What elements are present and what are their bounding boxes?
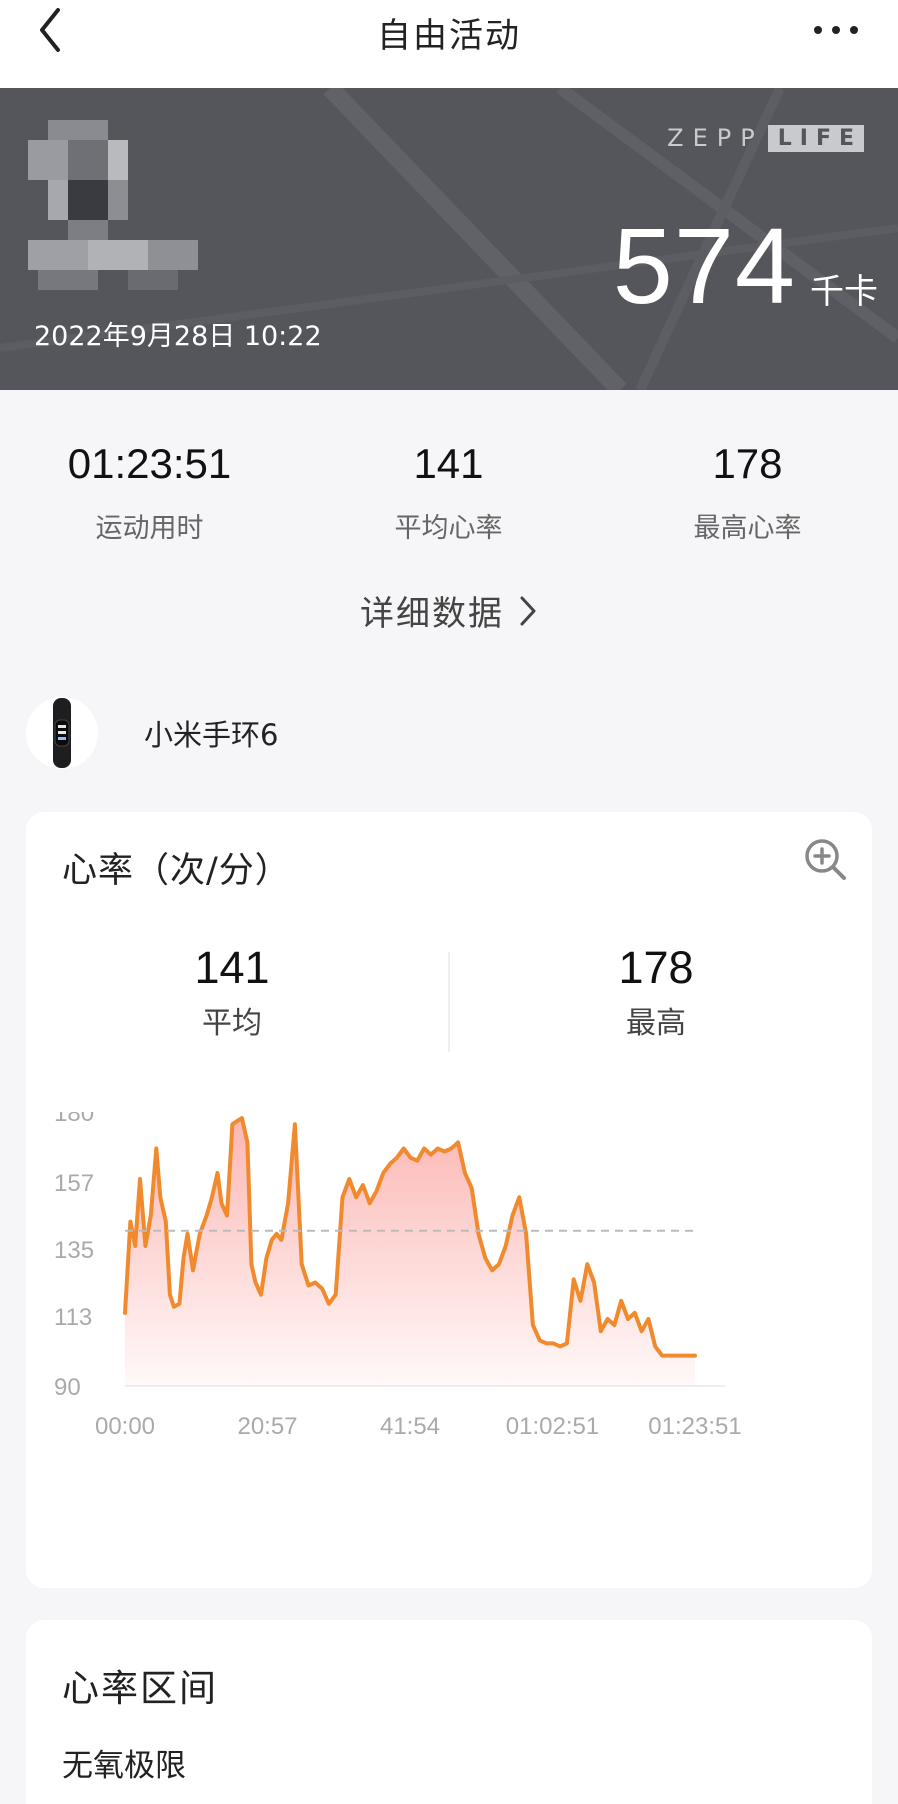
zoom-in-button[interactable] (802, 836, 850, 884)
y-tick-label-1: 157 (54, 1170, 94, 1197)
stat-label: 平均心率 (394, 513, 503, 544)
detailed-data-link[interactable]: 详细数据 (0, 586, 898, 637)
fitness-band-icon (26, 697, 98, 769)
heart-rate-chart: 180 157 135 113 90 00:00 20:57 41:54 01:02:51 01:… (54, 1112, 742, 1440)
divider (448, 952, 450, 1052)
device-row[interactable]: 小米手环6 (26, 696, 278, 770)
brand-text-life: LIFE (767, 124, 864, 152)
brand-text-zepp: ZEPP (667, 124, 764, 152)
avatar[interactable] (28, 120, 208, 290)
y-tick-label-3: 113 (54, 1304, 92, 1331)
y-tick-label-0: 180 (54, 1112, 94, 1127)
calories-display: 574 千卡 (613, 203, 878, 328)
device-name: 小米手环6 (144, 718, 279, 752)
stat-value: 01:23:51 (67, 440, 232, 487)
zone-label: 无氧极限 (62, 1748, 186, 1784)
stat-duration: 01:23:51 运动用时 (0, 440, 299, 545)
hr-avg-label: 平均 (202, 1006, 262, 1041)
hr-max: 178 最高 (506, 942, 806, 1042)
y-tick-label-4: 90 (54, 1374, 81, 1401)
stat-avg-heart-rate: 141 平均心率 (299, 440, 598, 545)
hr-max-label: 最高 (626, 1006, 686, 1041)
stat-label: 最高心率 (693, 513, 802, 544)
heart-rate-summary: 141 平均 178 最高 (26, 942, 872, 1052)
zoom-in-icon (805, 839, 846, 880)
heart-rate-zones-card: 心率区间 无氧极限 (26, 1620, 872, 1804)
more-button[interactable] (808, 12, 864, 48)
heart-rate-card: 心率（次/分） 141 平均 178 最高 180 157 135 113 90 00:0… (26, 812, 872, 1588)
top-nav-bar: 自由活动 (0, 0, 898, 88)
zepp-life-logo: ZEPP LIFE (667, 124, 864, 152)
stat-value: 178 (712, 440, 783, 487)
zones-title: 心率区间 (62, 1667, 218, 1710)
chevron-right-icon (518, 594, 538, 637)
summary-stats: 01:23:51 运动用时 141 平均心率 178 最高心率 (0, 440, 898, 545)
page-title: 自由活动 (377, 16, 521, 56)
activity-hero-banner: 2022年9月28日 10:22 ZEPP LIFE 574 千卡 (0, 88, 898, 390)
blurred-avatar-image (28, 120, 198, 290)
x-tick-label-0: 00:00 (95, 1413, 155, 1440)
heart-rate-title: 心率（次/分） (62, 851, 291, 891)
detailed-data-label: 详细数据 (360, 594, 504, 634)
calories-unit: 千卡 (810, 272, 878, 312)
calories-value: 574 (612, 205, 796, 326)
x-tick-label-1: 20:57 (237, 1413, 297, 1440)
x-tick-label-2: 41:54 (380, 1413, 440, 1440)
hr-avg: 141 平均 (82, 942, 382, 1042)
hr-avg-value: 141 (194, 942, 270, 993)
x-tick-label-3: 01:02:51 (506, 1413, 599, 1440)
more-dots-icon (814, 26, 858, 34)
stat-value: 141 (413, 440, 484, 487)
activity-date: 2022年9月28日 10:22 (34, 321, 322, 352)
y-tick-label-2: 135 (54, 1237, 94, 1264)
stat-max-heart-rate: 178 最高心率 (598, 440, 897, 545)
hr-max-value: 178 (618, 942, 694, 993)
stat-label: 运动用时 (95, 513, 204, 544)
x-tick-label-4: 01:23:51 (648, 1413, 741, 1440)
